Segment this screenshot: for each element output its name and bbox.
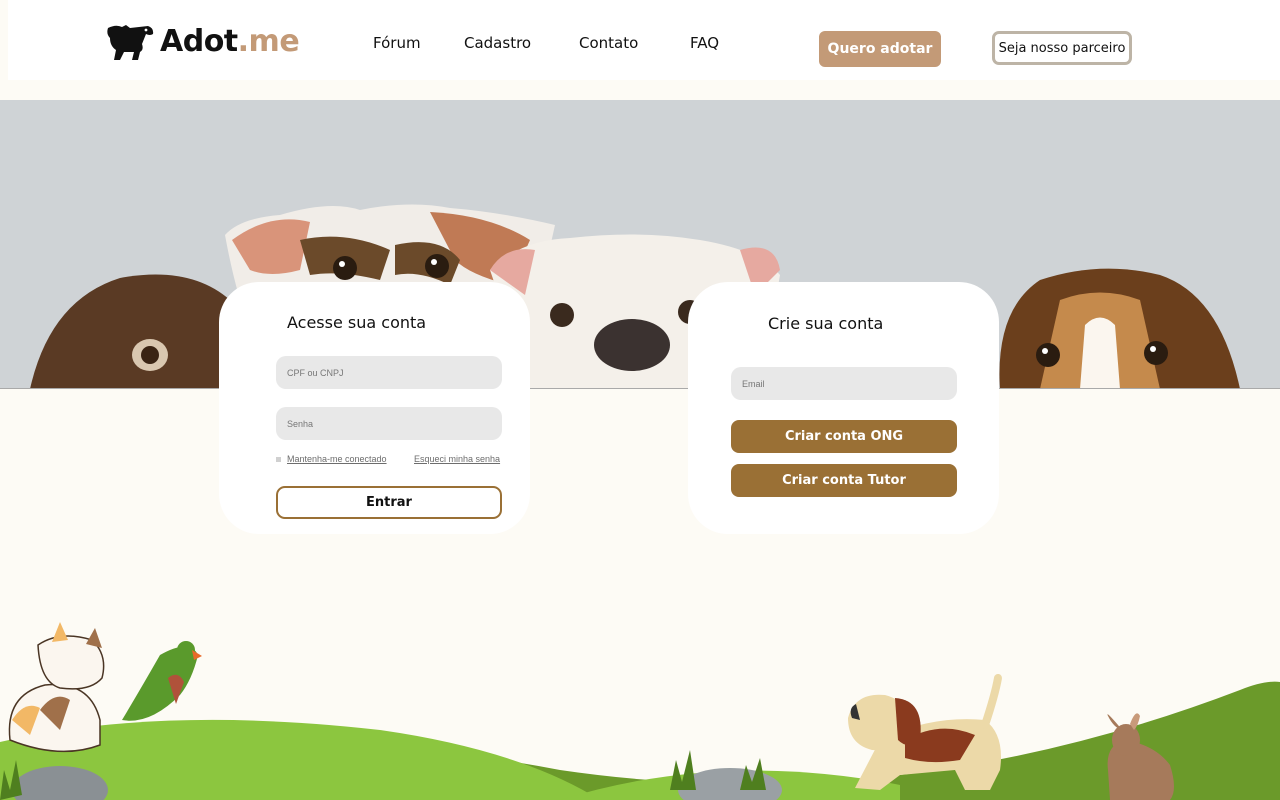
email-input[interactable]: [731, 367, 957, 400]
remember-me-checkbox[interactable]: Mantenha-me conectado: [276, 454, 387, 464]
brand-name-suffix: .me: [237, 24, 300, 59]
nav-forum[interactable]: Fórum: [373, 34, 421, 52]
forgot-password-link[interactable]: Esqueci minha senha: [414, 454, 500, 464]
peeking-dogs-illustration: [30, 204, 1240, 388]
brand-name: Adot.me: [160, 22, 300, 62]
pet-silhouette-icon: [107, 25, 154, 60]
login-submit-button[interactable]: Entrar: [276, 486, 502, 519]
brand-name-main: Adot: [160, 24, 238, 59]
hero-pets-banner: [0, 100, 1280, 389]
partner-button[interactable]: Seja nosso parceiro: [992, 31, 1132, 65]
signup-title: Crie sua conta: [768, 314, 884, 333]
brand-logo[interactable]: Adot.me: [106, 22, 300, 62]
cat-illustration: [8, 622, 105, 753]
checkbox-box[interactable]: [276, 456, 281, 462]
remember-me-label[interactable]: Mantenha-me conectado: [287, 454, 387, 464]
create-ong-account-button[interactable]: Criar conta ONG: [731, 420, 957, 453]
nav-faq[interactable]: FAQ: [690, 34, 719, 52]
cpf-cnpj-input[interactable]: [276, 356, 502, 389]
parrot-illustration: [122, 641, 202, 721]
nav-cadastro[interactable]: Cadastro: [464, 34, 531, 52]
grass-tuft: [670, 750, 696, 790]
create-tutor-account-button[interactable]: Criar conta Tutor: [731, 464, 957, 497]
password-input[interactable]: [276, 407, 502, 440]
pets-meadow-illustration: [0, 622, 1280, 800]
login-title: Acesse sua conta: [287, 313, 427, 332]
adopt-button[interactable]: Quero adotar: [819, 31, 941, 67]
nav-contato[interactable]: Contato: [579, 34, 638, 52]
